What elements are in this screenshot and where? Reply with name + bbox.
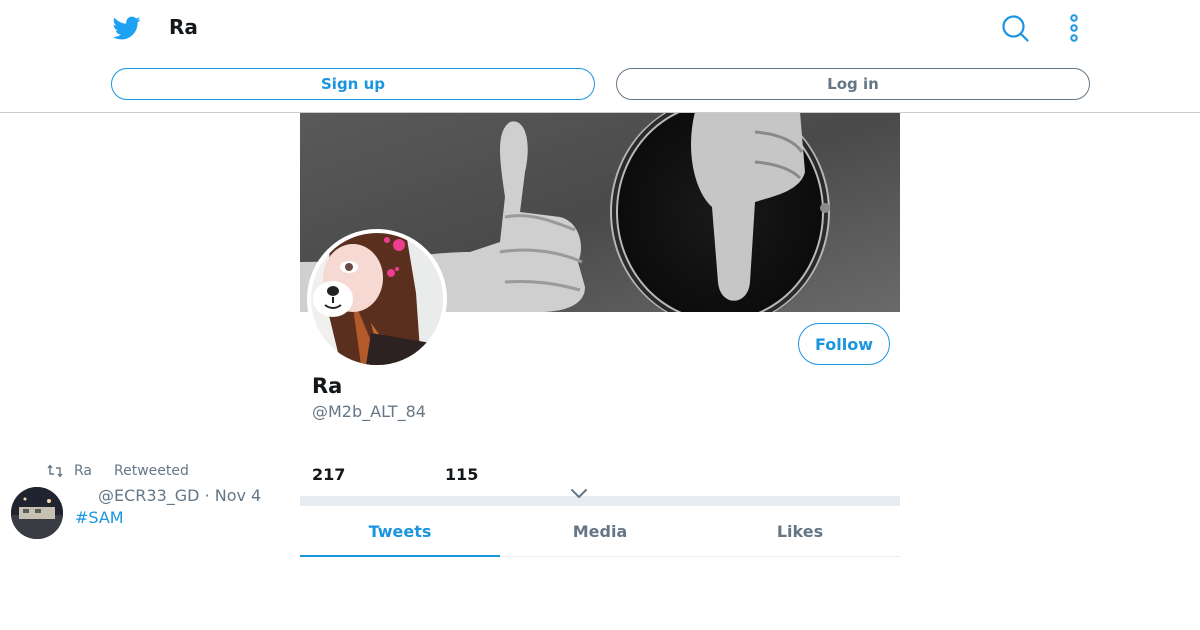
retweeter-name[interactable]: Ra [74,463,92,479]
search-icon[interactable] [1001,14,1029,42]
more-vertical-icon[interactable] [1064,14,1084,42]
retweet-icon [47,464,63,478]
twitter-bird-icon[interactable] [113,14,141,42]
profile-tabs: Tweets Media Likes [300,506,900,557]
chevron-down-icon[interactable] [570,488,588,500]
header-title: Ra [169,15,198,39]
tweet-author-avatar[interactable] [11,487,63,539]
followers-count[interactable]: 115 [445,465,478,484]
top-header: Ra Sign up Log in [0,0,1200,113]
profile-handle: @M2b_ALT_84 [312,402,426,421]
signup-button[interactable]: Sign up [111,68,595,100]
tweet-meta[interactable]: @ECR33_GD · Nov 4 [98,486,261,505]
tab-tweets[interactable]: Tweets [300,506,500,557]
tweet-text[interactable]: #SAM [75,508,124,527]
retweeted-label: Retweeted [114,463,189,479]
section-divider [300,496,900,506]
retweet-context: Ra Retweeted [47,463,189,479]
avatar-image [311,233,443,365]
follow-button[interactable]: Follow [798,323,890,365]
profile-avatar[interactable] [307,229,447,369]
tab-media[interactable]: Media [500,506,700,556]
tweet-avatar-image [11,487,63,539]
tab-likes[interactable]: Likes [700,506,900,556]
profile-column: Follow Ra @M2b_ALT_84 217 115 Tweets Med… [300,112,900,630]
following-count[interactable]: 217 [312,465,345,484]
profile-display-name: Ra [312,374,343,398]
login-button[interactable]: Log in [616,68,1090,100]
